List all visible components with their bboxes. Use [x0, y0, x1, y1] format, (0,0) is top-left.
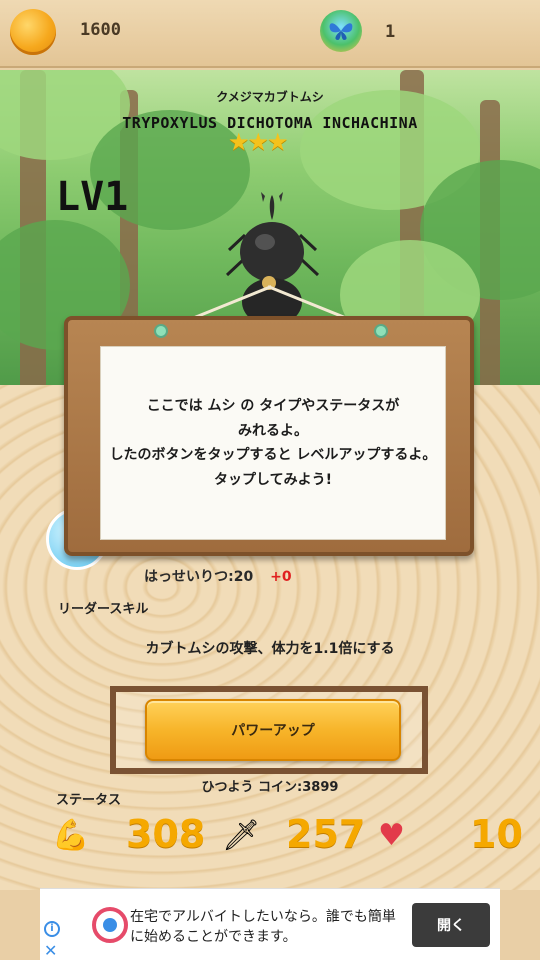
sword-icon: 🗡: [222, 818, 261, 853]
ad-logo-icon: [92, 907, 128, 943]
heart-icon: ♥: [378, 818, 405, 853]
stat-hp: 308: [126, 812, 206, 856]
coin-icon: [10, 9, 56, 55]
butterfly-icon: [320, 10, 362, 52]
rarity-stars: ★★★: [228, 128, 289, 156]
leader-skill-label: リーダースキル: [58, 602, 149, 617]
butterfly-count: 1: [385, 22, 396, 42]
status-label: ステータス: [56, 793, 122, 808]
sign-pin-left: [154, 324, 168, 338]
occurrence-plus: +0: [270, 569, 292, 585]
coin-count: 1600: [80, 20, 121, 40]
leader-skill-desc: カブトムシの攻撃、体力を1.1倍にする: [145, 641, 395, 657]
power-up-button[interactable]: パワーアップ: [145, 699, 401, 761]
level-label: LV1: [56, 174, 129, 220]
top-bar: 1600 1: [0, 0, 540, 68]
tutorial-paper: ここでは ムシ の タイプやステータスが みれるよ。 したのボタンをタップすると…: [100, 346, 446, 540]
insect-jp-name: クメジマカブトムシ: [216, 90, 324, 104]
occurrence-rate: はっせいりつ:20 +0: [144, 569, 292, 585]
tutorial-signboard[interactable]: ここでは ムシ の タイプやステータスが みれるよ。 したのボタンをタップすると…: [64, 316, 474, 556]
sign-pin-right: [374, 324, 388, 338]
ad-close-icon[interactable]: ✕: [44, 941, 57, 960]
ad-text: 在宅でアルバイトしたいなら。誰でも簡単に始めることができます。: [130, 909, 396, 946]
ad-open-button[interactable]: 開く: [412, 903, 490, 947]
tutorial-message: ここでは ムシ の タイプやステータスが みれるよ。 したのボタンをタップすると…: [109, 398, 437, 488]
stat-attack: 257: [286, 812, 366, 856]
muscle-icon: 💪: [52, 818, 90, 853]
ad-info-icon[interactable]: i: [44, 921, 60, 937]
stat-third: 10: [470, 812, 523, 856]
ad-banner[interactable]: i ✕ 在宅でアルバイトしたいなら。誰でも簡単に始めることができます。 開く: [40, 888, 500, 960]
